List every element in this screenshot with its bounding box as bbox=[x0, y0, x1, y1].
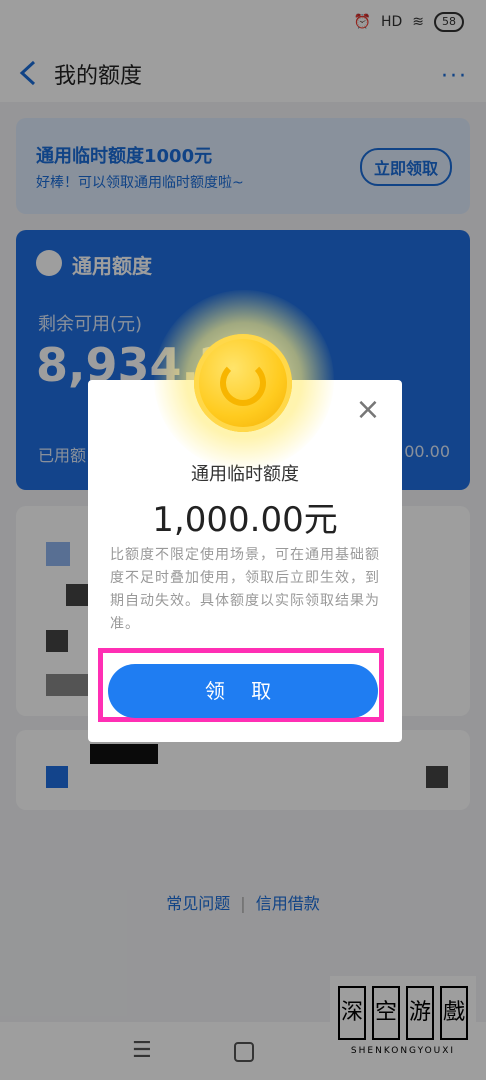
coin-icon bbox=[194, 334, 292, 432]
modal-amount: 1,000.00元 bbox=[152, 500, 338, 540]
coin-mark-icon bbox=[220, 360, 266, 406]
claim-button[interactable]: 领 取 bbox=[108, 664, 378, 718]
modal-description: 比额度不限定使用场景，可在通用基础额度不足时叠加使用，领取后立即生效，到期自动失… bbox=[110, 547, 380, 632]
close-icon[interactable]: × bbox=[354, 395, 382, 425]
